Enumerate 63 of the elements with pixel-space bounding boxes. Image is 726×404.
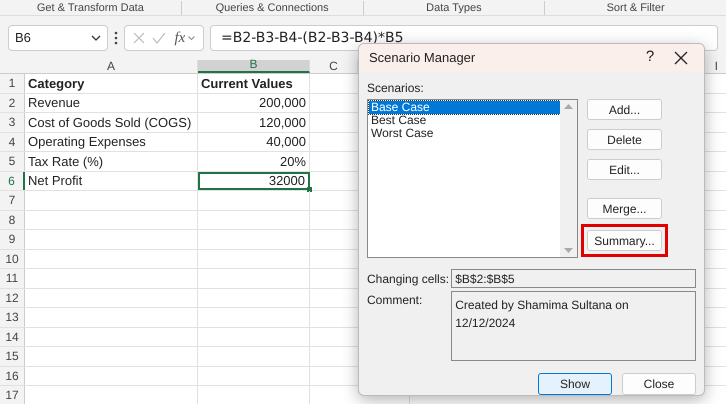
input-field[interactable]: $B$2:$B$5 bbox=[451, 269, 696, 288]
ribbon-group-label: Queries & Connections bbox=[216, 0, 329, 14]
row-header[interactable]: 11 bbox=[0, 269, 25, 288]
table-cell-text: Cost of Goods Sold (COGS) bbox=[28, 114, 192, 132]
table-cell-text: 200,000 bbox=[259, 94, 306, 112]
table-cell-text: Tax Rate (%) bbox=[28, 152, 104, 171]
row-header[interactable]: 5 bbox=[0, 152, 25, 170]
row-header[interactable]: 3 bbox=[0, 113, 25, 132]
ribbon-group-label: Get & Transform Data bbox=[36, 0, 144, 14]
row-header[interactable]: 14 bbox=[0, 328, 25, 346]
comment-field[interactable]: Created by Shamima Sultana on 12/12/2024 bbox=[451, 291, 696, 361]
cancel-icon[interactable] bbox=[132, 32, 145, 44]
fill-handle[interactable] bbox=[307, 187, 312, 192]
row-header[interactable]: 8 bbox=[0, 210, 25, 229]
scenarios-label: Scenarios: bbox=[367, 80, 425, 97]
table-cell-text: Operating Expenses bbox=[28, 133, 146, 151]
scenario-item[interactable]: Base Case bbox=[369, 101, 560, 114]
field-label: Comment: bbox=[367, 292, 424, 309]
chevron-down-icon[interactable] bbox=[188, 36, 196, 40]
ribbon-group-label: Sort & Filter bbox=[606, 0, 665, 14]
row-header[interactable]: 6 bbox=[0, 172, 25, 190]
row-header[interactable]: 12 bbox=[0, 288, 25, 307]
dialog-button[interactable]: Merge... bbox=[587, 198, 662, 219]
table-header-cell-text: Category bbox=[28, 74, 84, 93]
table-cell-text: Net Profit bbox=[28, 172, 82, 190]
dialog-title: Scenario Manager bbox=[369, 48, 476, 67]
row-header[interactable]: 15 bbox=[0, 347, 25, 366]
row-header[interactable]: 9 bbox=[0, 230, 25, 248]
name-box[interactable]: B6 bbox=[8, 25, 108, 51]
row-header[interactable]: 16 bbox=[0, 366, 25, 385]
close-icon[interactable] bbox=[674, 50, 688, 64]
dialog-button[interactable]: Edit... bbox=[587, 159, 662, 180]
chevron-down-icon bbox=[91, 35, 101, 41]
ribbon-group-label: Data Types bbox=[426, 0, 482, 14]
dialog-button[interactable]: Delete bbox=[587, 129, 662, 150]
row-header[interactable]: 4 bbox=[0, 132, 25, 151]
dialog-button[interactable]: Summary... bbox=[587, 230, 662, 251]
dialog-button[interactable]: Show bbox=[538, 373, 612, 395]
down-arrow-icon[interactable] bbox=[564, 248, 573, 253]
row-header[interactable]: 1 bbox=[0, 74, 25, 92]
table-cell-text: 40,000 bbox=[266, 133, 306, 151]
table-cell-text: Revenue bbox=[28, 94, 80, 112]
table-cell-text: 32000 bbox=[268, 172, 305, 190]
dialog-button[interactable]: Close bbox=[622, 373, 696, 395]
table-cell-text: 20% bbox=[280, 152, 306, 170]
column-header[interactable]: B bbox=[198, 60, 310, 73]
more-options-icon[interactable] bbox=[114, 31, 118, 45]
row-header[interactable]: 2 bbox=[0, 94, 25, 112]
field-label: Changing cells: bbox=[367, 270, 450, 288]
up-arrow-icon[interactable] bbox=[564, 104, 573, 109]
row-header[interactable]: 10 bbox=[0, 250, 25, 268]
dialog-button[interactable]: Add... bbox=[587, 99, 662, 120]
table-header-cell-text: Current Values bbox=[201, 74, 293, 92]
row-header[interactable]: 13 bbox=[0, 308, 25, 326]
check-icon[interactable] bbox=[152, 32, 166, 44]
scenario-item[interactable]: Best Case bbox=[369, 114, 560, 127]
scrollbar[interactable] bbox=[560, 100, 577, 257]
scenario-item[interactable]: Worst Case bbox=[369, 127, 560, 140]
row-header[interactable]: 17 bbox=[0, 386, 25, 404]
column-header[interactable]: I bbox=[714, 60, 718, 73]
table-cell-text: 120,000 bbox=[259, 114, 306, 132]
insert-function-button[interactable]: fx bbox=[173, 29, 186, 47]
row-header[interactable]: 7 bbox=[0, 191, 25, 210]
